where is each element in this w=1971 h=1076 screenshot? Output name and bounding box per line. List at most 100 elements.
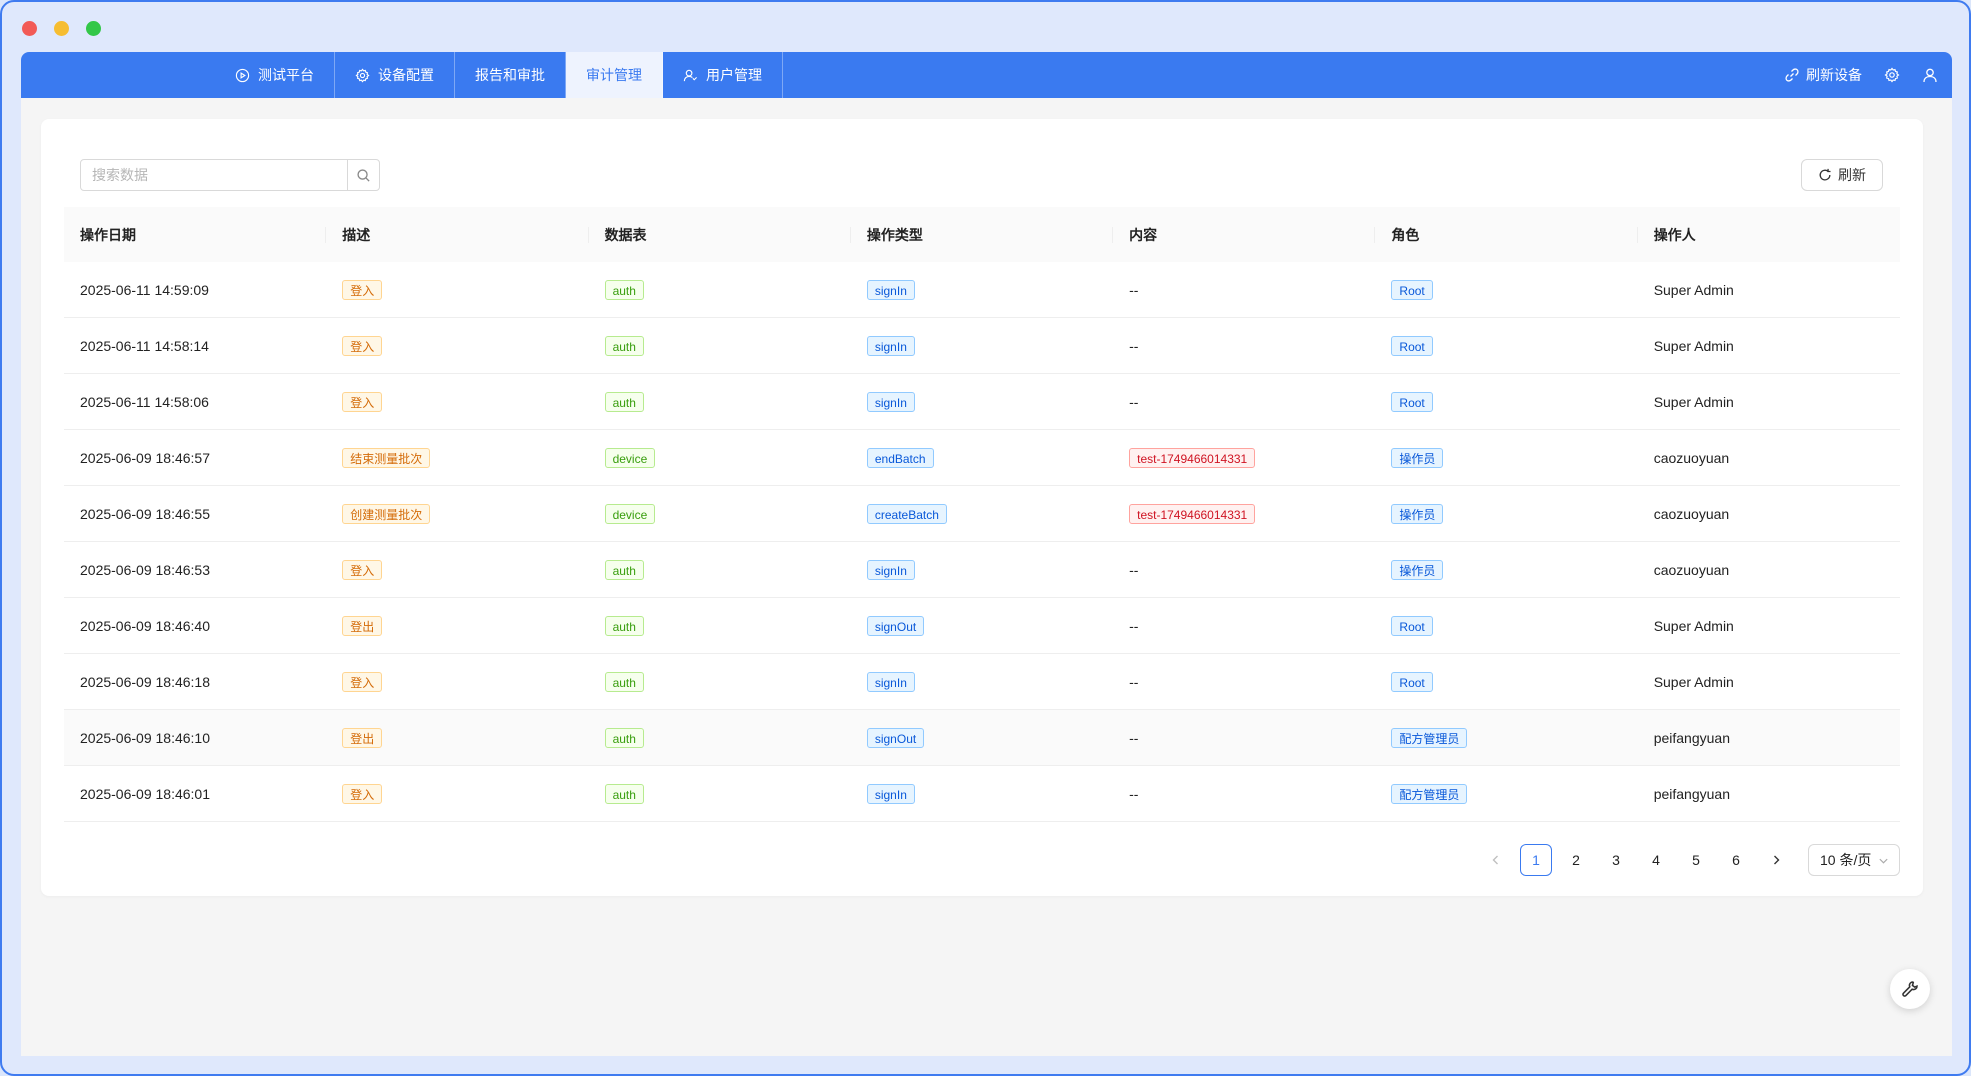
link-icon — [1785, 68, 1799, 82]
window-controls — [22, 21, 101, 36]
description-tag: 登入 — [342, 391, 383, 412]
column-header-operator[interactable]: 操作人 — [1637, 207, 1900, 262]
operator-text: Super Admin — [1653, 673, 1734, 690]
table-row[interactable]: 2025-06-09 18:46:40 登出 auth signOut -- Root Su… — [64, 597, 1900, 654]
cell-description: 登入 — [326, 541, 589, 598]
audit-table: 操作日期 描述 数据表 操作类型 内容 角色 操作人 2025-06-11 14… — [64, 207, 1900, 822]
cell-content: -- — [1113, 541, 1376, 598]
refresh-button[interactable]: 刷新 — [1801, 159, 1883, 191]
cell-data-table: auth — [588, 262, 851, 318]
cell-content: -- — [1113, 709, 1376, 766]
tab-label: 用户管理 — [706, 67, 762, 83]
cell-date: 2025-06-09 18:46:53 — [64, 541, 327, 598]
cell-content: test-1749466014331 — [1113, 485, 1376, 542]
table-row[interactable]: 2025-06-11 14:59:09 登入 auth signIn -- Root Sup… — [64, 262, 1900, 318]
app-window: 测试平台 设备配置 报告和审批 审计管理 用户管理 刷新设备 搜索数据 刷新 操… — [0, 0, 1971, 1076]
operator-text: Super Admin — [1653, 337, 1734, 354]
table-row[interactable]: 2025-06-09 18:46:18 登入 auth signIn -- Root Sup… — [64, 653, 1900, 710]
cell-description: 登入 — [326, 653, 589, 710]
operation-type-tag: signIn — [866, 559, 915, 580]
operation-type-tag: endBatch — [866, 447, 934, 468]
table-row[interactable]: 2025-06-09 18:46:57 结束测量批次 device endBatch t… — [64, 429, 1900, 486]
search-button[interactable] — [347, 160, 379, 190]
page-button-3[interactable]: 3 — [1600, 844, 1632, 876]
table-row[interactable]: 2025-06-11 14:58:06 登入 auth signIn -- Root Sup… — [64, 373, 1900, 430]
cell-content: test-1749466014331 — [1113, 429, 1376, 486]
cell-date: 2025-06-11 14:58:06 — [64, 373, 327, 430]
operation-type-tag: signOut — [866, 727, 925, 748]
tab-test-platform[interactable]: 测试平台 — [215, 52, 335, 98]
data-table-tag: auth — [604, 279, 644, 300]
page-size-select[interactable]: 10 条/页 — [1808, 844, 1900, 876]
page-button-4[interactable]: 4 — [1640, 844, 1672, 876]
tab-device-config[interactable]: 设备配置 — [335, 52, 455, 98]
page-button-6[interactable]: 6 — [1720, 844, 1752, 876]
table-row[interactable]: 2025-06-09 18:46:01 登入 auth signIn -- 配方管理员 pe… — [64, 765, 1900, 822]
role-tag: 配方管理员 — [1391, 727, 1468, 748]
cell-content: -- — [1113, 597, 1376, 654]
operator-text: peifangyuan — [1653, 729, 1730, 746]
tools-fab-button[interactable] — [1890, 969, 1930, 1009]
table-row[interactable]: 2025-06-09 18:46:10 登出 auth signOut -- 配方管理员 p… — [64, 709, 1900, 766]
date-text: 2025-06-11 14:58:06 — [80, 393, 209, 410]
operation-type-tag: createBatch — [866, 503, 947, 524]
user-icon[interactable] — [1922, 67, 1938, 83]
next-page-button[interactable] — [1760, 844, 1792, 876]
data-table-tag: auth — [604, 335, 644, 356]
date-text: 2025-06-09 18:46:40 — [80, 617, 210, 634]
search-input[interactable] — [81, 160, 347, 190]
header-actions: 刷新设备 — [1784, 52, 1938, 98]
minimize-window-button[interactable] — [54, 21, 69, 36]
column-header-description[interactable]: 描述 — [326, 207, 589, 262]
tab-reports-approval[interactable]: 报告和审批 — [455, 52, 566, 98]
cell-description: 登入 — [326, 317, 589, 374]
page-button-5[interactable]: 5 — [1680, 844, 1712, 876]
role-tag: 操作员 — [1391, 503, 1444, 524]
column-header-operation-type[interactable]: 操作类型 — [850, 207, 1114, 262]
maximize-window-button[interactable] — [86, 21, 101, 36]
table-row[interactable]: 2025-06-11 14:58:14 登入 auth signIn -- Root Sup… — [64, 317, 1900, 374]
cell-data-table: device — [588, 429, 851, 486]
page-button-1[interactable]: 1 — [1520, 844, 1552, 876]
cell-operator: Super Admin — [1637, 653, 1900, 710]
prev-page-button[interactable] — [1480, 844, 1512, 876]
settings-gear-icon[interactable] — [1884, 67, 1900, 83]
cell-operation-type: createBatch — [850, 485, 1114, 542]
cell-description: 登出 — [326, 709, 589, 766]
cell-operation-type: endBatch — [850, 429, 1114, 486]
users-icon — [683, 69, 697, 81]
column-header-content[interactable]: 内容 — [1113, 207, 1376, 262]
cell-data-table: auth — [588, 317, 851, 374]
cell-role: Root — [1375, 373, 1638, 430]
data-table-tag: auth — [604, 559, 644, 580]
description-tag: 登入 — [342, 335, 383, 356]
chevron-right-icon — [1774, 855, 1780, 865]
column-header-data-table[interactable]: 数据表 — [588, 207, 852, 262]
operation-type-tag: signOut — [866, 615, 925, 636]
refresh-devices-button[interactable]: 刷新设备 — [1784, 65, 1862, 85]
page-button-2[interactable]: 2 — [1560, 844, 1592, 876]
role-tag: Root — [1391, 391, 1433, 412]
cell-date: 2025-06-11 14:59:09 — [64, 262, 327, 318]
cell-description: 结束测量批次 — [326, 429, 589, 486]
cell-date: 2025-06-09 18:46:10 — [64, 709, 327, 766]
cell-date: 2025-06-09 18:46:01 — [64, 765, 327, 822]
table-row[interactable]: 2025-06-09 18:46:53 登入 auth signIn -- 操作员 caoz… — [64, 541, 1900, 598]
tab-user-management[interactable]: 用户管理 — [663, 52, 783, 98]
audit-log-card: 刷新 操作日期 描述 数据表 操作类型 内容 角色 操作人 — [41, 119, 1923, 896]
cell-date: 2025-06-09 18:46:40 — [64, 597, 327, 654]
cell-content: -- — [1113, 317, 1376, 374]
cell-content: -- — [1113, 373, 1376, 430]
cell-operator: Super Admin — [1637, 262, 1900, 318]
close-window-button[interactable] — [22, 21, 37, 36]
cell-description: 创建测量批次 — [326, 485, 589, 542]
table-row[interactable]: 2025-06-09 18:46:55 创建测量批次 device createBat… — [64, 485, 1900, 542]
refresh-devices-label: 刷新设备 — [1806, 67, 1862, 83]
column-header-role[interactable]: 角色 — [1375, 207, 1638, 262]
cell-operator: peifangyuan — [1637, 765, 1900, 822]
cell-data-table: auth — [588, 765, 851, 822]
operator-text: Super Admin — [1653, 393, 1734, 410]
cell-operation-type: signOut — [850, 709, 1114, 766]
tab-audit-management[interactable]: 审计管理 — [566, 52, 663, 98]
column-header-date[interactable]: 操作日期 — [64, 207, 327, 262]
